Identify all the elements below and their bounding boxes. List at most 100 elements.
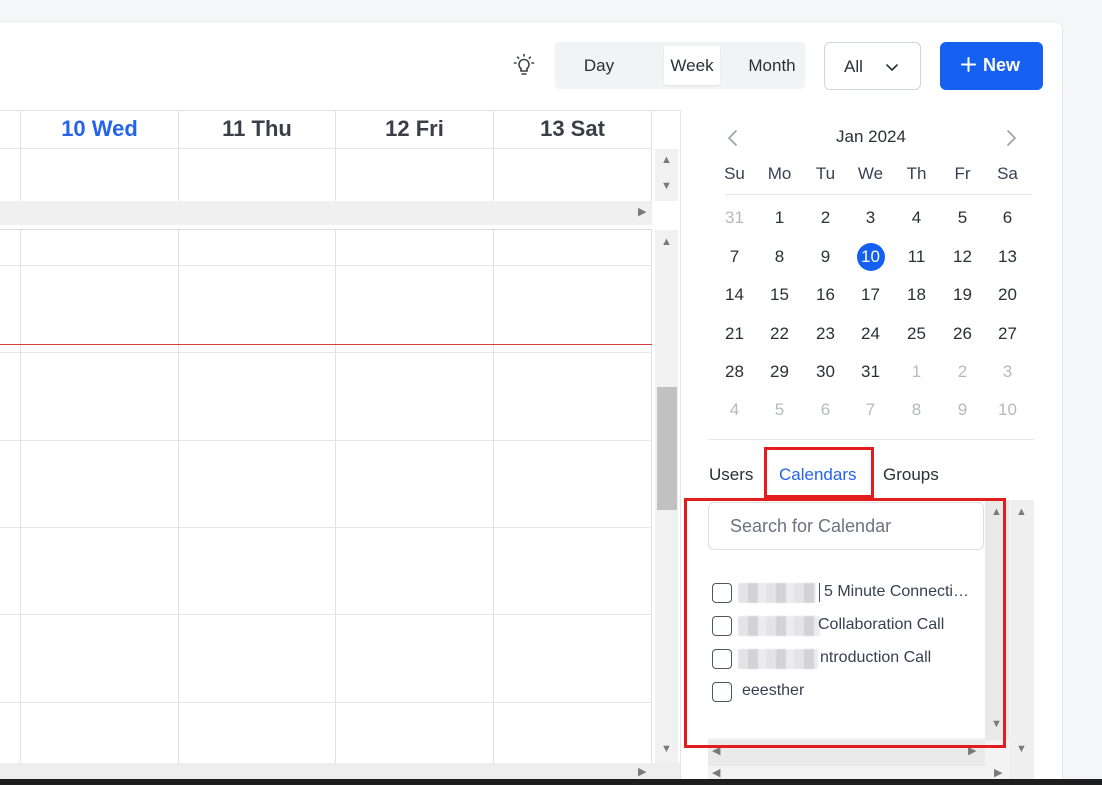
mini-calendar-title: Jan 2024 (836, 127, 906, 146)
column-divider (335, 230, 336, 763)
grid-horizontal-scrollbar[interactable] (0, 763, 680, 779)
mini-calendar-day[interactable]: 3 (985, 362, 1030, 382)
scroll-up-arrow-icon[interactable]: ▲ (661, 155, 672, 166)
lightbulb-icon[interactable] (512, 53, 536, 77)
chevron-right-icon[interactable] (1001, 128, 1021, 148)
mini-calendar-day[interactable]: 27 (985, 324, 1030, 344)
mini-calendar-day[interactable]: 4 (712, 400, 757, 420)
mini-calendar-day[interactable]: 2 (803, 208, 848, 228)
mini-calendar-day[interactable]: 31 (712, 208, 757, 228)
sidebar-divider (680, 110, 681, 785)
column-divider (178, 230, 179, 763)
mini-calendar-day[interactable]: 13 (985, 247, 1030, 267)
scroll-right-arrow-icon[interactable]: ▶ (638, 767, 646, 778)
mini-calendar-day[interactable]: 25 (894, 324, 939, 344)
mini-calendar-day[interactable]: 12 (940, 247, 985, 267)
hour-line (0, 614, 652, 615)
weekday-label: Mo (767, 164, 792, 183)
day-header-sat[interactable]: 13 Sat (494, 111, 651, 149)
weekday-label: Fr (954, 164, 971, 183)
mini-calendar-day[interactable]: 1 (757, 208, 802, 228)
mini-calendar-day[interactable]: 16 (803, 285, 848, 305)
day-header-thu[interactable]: 11 Thu (179, 111, 335, 149)
mini-calendar-day[interactable]: 7 (712, 247, 757, 267)
day-header-wed[interactable]: 10 Wed (21, 111, 178, 149)
mini-calendar-day[interactable]: 6 (985, 208, 1030, 228)
highlight-box-tab (764, 447, 874, 498)
mini-calendar-day[interactable]: 29 (757, 362, 802, 382)
filter-dropdown[interactable]: All (824, 42, 921, 90)
mini-calendar-day[interactable]: 5 (940, 208, 985, 228)
mini-calendar-day-selected[interactable]: 10 (848, 247, 893, 267)
weekday-label: Su (724, 164, 745, 183)
mini-calendar-day[interactable]: 23 (803, 324, 848, 344)
mini-calendar-day[interactable]: 10 (985, 400, 1030, 420)
chevron-down-icon (886, 64, 898, 71)
mini-calendar-day[interactable]: 9 (803, 247, 848, 267)
scroll-left-arrow-icon[interactable]: ◀ (712, 768, 720, 779)
mini-calendar-day[interactable]: 14 (712, 285, 757, 305)
mini-calendar-day[interactable]: 17 (848, 285, 893, 305)
allday-horizontal-scrollbar[interactable] (0, 201, 652, 225)
mini-calendar-day[interactable]: 4 (894, 208, 939, 228)
plus-icon (961, 57, 976, 72)
hour-line (0, 440, 652, 441)
weekday-label: Tu (815, 164, 836, 183)
scroll-down-arrow-icon[interactable]: ▼ (1016, 744, 1027, 755)
column-divider (651, 111, 652, 201)
weekday-label: Sa (997, 164, 1018, 183)
weekday-label: Th (906, 164, 927, 183)
column-divider (493, 111, 494, 201)
scroll-down-arrow-icon[interactable]: ▼ (661, 744, 672, 755)
column-divider (651, 230, 652, 763)
mini-calendar-day[interactable]: 26 (940, 324, 985, 344)
mini-calendar-day[interactable]: 24 (848, 324, 893, 344)
mini-calendar-day[interactable]: 18 (894, 285, 939, 305)
mini-calendar-day[interactable]: 31 (848, 362, 893, 382)
scroll-right-arrow-icon[interactable]: ▶ (638, 207, 646, 218)
mini-calendar-day[interactable]: 19 (940, 285, 985, 305)
view-month-button[interactable]: Month (741, 46, 803, 85)
scroll-up-arrow-icon[interactable]: ▲ (661, 237, 672, 248)
mini-calendar-day[interactable]: 7 (848, 400, 893, 420)
view-week-button[interactable]: Week (664, 46, 720, 85)
scroll-up-arrow-icon[interactable]: ▲ (1016, 507, 1027, 518)
mini-calendar-day[interactable]: 30 (803, 362, 848, 382)
tab-users[interactable]: Users (709, 465, 753, 485)
mini-calendar-day[interactable]: 20 (985, 285, 1030, 305)
mini-calendar-day[interactable]: 8 (757, 247, 802, 267)
column-divider (178, 111, 179, 201)
mini-calendar-day[interactable]: 6 (803, 400, 848, 420)
scrollbar-thumb[interactable] (657, 387, 677, 510)
mini-calendar-day[interactable]: 11 (894, 247, 939, 267)
mini-calendar-divider (708, 439, 1034, 440)
column-divider (20, 230, 21, 763)
new-event-label: New (983, 55, 1021, 75)
mini-calendar-day[interactable]: 1 (894, 362, 939, 382)
mini-calendar-day[interactable]: 8 (894, 400, 939, 420)
mini-calendar-day[interactable]: 2 (940, 362, 985, 382)
tab-groups[interactable]: Groups (883, 465, 939, 485)
column-divider (20, 111, 21, 201)
current-time-indicator (0, 344, 652, 345)
mini-calendar-day[interactable]: 5 (757, 400, 802, 420)
scroll-right-arrow-icon[interactable]: ▶ (994, 768, 1002, 779)
new-event-button[interactable]: New (940, 42, 1043, 90)
scroll-down-arrow-icon[interactable]: ▼ (661, 181, 672, 192)
mini-calendar-day[interactable]: 22 (757, 324, 802, 344)
chevron-left-icon[interactable] (723, 128, 743, 148)
view-day-button[interactable]: Day (555, 46, 643, 85)
view-switcher: Day Week Month (555, 42, 805, 89)
mini-calendar-day[interactable]: 21 (712, 324, 757, 344)
mini-calendar-day[interactable]: 3 (848, 208, 893, 228)
header-divider (0, 148, 652, 149)
filter-dropdown-value: All (844, 57, 863, 76)
column-divider (493, 230, 494, 763)
allday-divider (0, 229, 652, 230)
mini-calendar-day[interactable]: 9 (940, 400, 985, 420)
day-header-fri[interactable]: 12 Fri (336, 111, 493, 149)
mini-calendar-day[interactable]: 28 (712, 362, 757, 382)
mini-calendar-day[interactable]: 15 (757, 285, 802, 305)
weekday-label: We (857, 164, 884, 183)
hour-line (0, 265, 652, 266)
